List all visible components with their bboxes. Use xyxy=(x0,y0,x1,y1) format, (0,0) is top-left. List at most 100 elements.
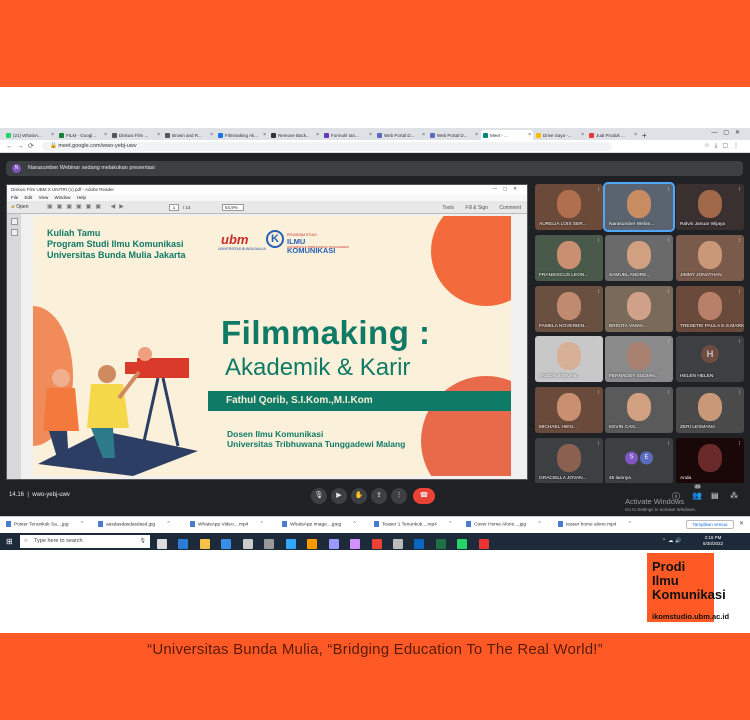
participant-tile[interactable]: H ⁞ HELEN HELEN xyxy=(676,336,744,382)
download-item[interactable]: teaser home alone.mp4 ⌃ xyxy=(558,521,632,527)
browser-toolbar-icons[interactable]: ☆⤓▢⋮ xyxy=(704,142,744,150)
open-button[interactable]: ▰ Open xyxy=(11,204,28,210)
participant-tile[interactable]: ⁞ JIMMY JONATHAN xyxy=(676,235,744,281)
browser-tab[interactable]: Meet - ... × xyxy=(481,130,533,140)
acrobat-icon[interactable] xyxy=(478,539,489,549)
fill-sign-button[interactable]: Fill & Sign xyxy=(465,205,488,211)
illustrator-icon[interactable] xyxy=(307,539,318,549)
browser-tab[interactable]: Web Portal D... × xyxy=(375,130,427,140)
download-item[interactable]: Teaser 1 Tenunkuk....mp4 ⌃ xyxy=(374,521,452,527)
participant-tile[interactable]: ⁞ MICHAEL HIEN... xyxy=(535,387,603,433)
participant-tile[interactable]: ⁞ Ralvin Januar Wijaya xyxy=(676,184,744,230)
participant-tile[interactable]: ⁞ ZERI LESMANA xyxy=(676,387,744,433)
browser-tab[interactable]: (21) WhatsA... × xyxy=(4,130,56,140)
excel-icon[interactable] xyxy=(435,539,446,549)
menu-window[interactable]: Window xyxy=(55,195,71,200)
tab-close-icon[interactable]: × xyxy=(51,132,54,138)
browser-tab[interactable]: FILM - Googl... × xyxy=(57,130,109,140)
url-field[interactable]: 🔒 meet.google.com/wwo-yebj-uwv xyxy=(42,142,612,151)
chevron-up-icon[interactable]: ⌃ xyxy=(626,522,632,527)
participant-tile[interactable]: ⁞ FRANSISCUS LEON... xyxy=(535,235,603,281)
new-tab-icon[interactable]: + xyxy=(640,130,652,140)
participant-tile[interactable]: ⁞ AURELIA LOIS SER... xyxy=(535,184,603,230)
nav-buttons[interactable]: ←→⟳ xyxy=(6,142,38,150)
photos-icon[interactable] xyxy=(264,539,275,549)
camera-icon[interactable]: ▶ xyxy=(331,488,347,504)
chevron-up-icon[interactable]: ⌃ xyxy=(447,522,452,527)
after-effects-icon[interactable] xyxy=(350,539,361,549)
end-call-button[interactable]: ☎ xyxy=(413,488,435,504)
tab-close-icon[interactable]: × xyxy=(369,132,372,138)
tab-close-icon[interactable]: × xyxy=(422,132,425,138)
activities-icon[interactable]: ⁂ xyxy=(730,491,738,500)
download-item[interactable]: Poster Tenunkuk Sa....jpg ⌃ xyxy=(6,521,84,527)
tab-close-icon[interactable]: × xyxy=(104,132,107,138)
teams-icon[interactable] xyxy=(414,539,425,549)
chrome-icon[interactable] xyxy=(371,539,382,549)
chevron-up-icon[interactable]: ⌃ xyxy=(351,522,357,527)
whatsapp-icon[interactable] xyxy=(457,539,468,549)
reader-window-controls[interactable]: —▢✕ xyxy=(492,186,523,192)
menu-help[interactable]: Help xyxy=(77,195,86,200)
comment-button[interactable]: Comment xyxy=(499,205,521,211)
chat-icon[interactable]: ▤ xyxy=(711,491,719,500)
chevron-up-icon[interactable]: ⌃ xyxy=(536,522,541,527)
tools-button[interactable]: Tools xyxy=(442,205,454,211)
present-icon[interactable]: ⇪ xyxy=(371,488,387,504)
tab-close-icon[interactable]: × xyxy=(528,132,531,138)
participant-tile[interactable]: ⁞ FAMELA NOVERIEN... xyxy=(535,286,603,332)
browser-tab[interactable]: Remove Back... × xyxy=(269,130,321,140)
browser-tab[interactable]: Diskusi Film ... × xyxy=(110,130,162,140)
tab-close-icon[interactable]: × xyxy=(634,132,637,138)
participant-tile[interactable]: ⁞ KEVIN CAN... xyxy=(605,387,673,433)
task-view-icon[interactable] xyxy=(157,539,167,549)
taskbar-search-input[interactable]: ○ Type here to search 🎙 xyxy=(20,535,150,548)
zoom-input[interactable]: 54,9% xyxy=(222,204,244,211)
mic-icon[interactable]: 🎙 xyxy=(311,488,327,504)
reader-tool-icons[interactable]: ▣▣▣▣▣▣ ◀▶ xyxy=(47,203,128,210)
file-explorer-icon[interactable] xyxy=(199,539,210,549)
mail-icon[interactable] xyxy=(242,539,253,549)
tab-close-icon[interactable]: × xyxy=(581,132,584,138)
edge-icon[interactable] xyxy=(178,539,189,549)
participant-tile[interactable]: ⁞ SAMUEL ANDRE... xyxy=(605,235,673,281)
chevron-up-icon[interactable]: ⌃ xyxy=(165,522,170,527)
store-icon[interactable] xyxy=(221,539,232,549)
download-item[interactable]: Cover Home Alone....jpg ⌃ xyxy=(466,521,541,527)
show-all-downloads-button[interactable]: Tampilkan semua xyxy=(686,520,734,529)
tab-close-icon[interactable]: × xyxy=(316,132,319,138)
camera-app-icon[interactable] xyxy=(392,539,403,549)
browser-tab[interactable]: Web Portal D... × xyxy=(428,130,480,140)
participant-tile[interactable]: S E ⁞ 45 lainnya xyxy=(605,438,673,484)
participant-tile[interactable]: ⁞ Anda xyxy=(676,438,744,484)
raise-hand-icon[interactable]: ✋ xyxy=(351,488,367,504)
tab-close-icon[interactable]: × xyxy=(157,132,160,138)
browser-tab[interactable]: Filmmaking Ak... × xyxy=(216,130,268,140)
attachments-icon[interactable] xyxy=(10,229,18,236)
participant-tile[interactable]: ⁞ ANSON STEVAN... xyxy=(535,336,603,382)
taskbar-clock[interactable]: 2:16 PM 5/30/2022 xyxy=(703,535,723,547)
premiere-icon[interactable] xyxy=(328,539,339,549)
download-item[interactable]: aasdasdasdasdasd.jpg ⌃ xyxy=(98,521,170,527)
more-options-icon[interactable]: ⋮ xyxy=(391,488,407,504)
menu-view[interactable]: View xyxy=(39,195,49,200)
participant-tile[interactable]: ⁞ TRESETIE PAULA E.S.MARKING xyxy=(676,286,744,332)
system-tray-icons[interactable]: ⌃☁🔊 xyxy=(662,538,683,544)
participant-tile[interactable]: ⁞ GRACIELLA JOVAN... xyxy=(535,438,603,484)
page-number-input[interactable]: 1 xyxy=(169,204,179,211)
browser-tab[interactable]: Drive Saya -... × xyxy=(534,130,586,140)
download-item[interactable]: WhatsApp Video....mp4 ⌃ xyxy=(190,521,264,527)
participant-tile[interactable]: ⁞ BRIGITA VANIA... xyxy=(605,286,673,332)
download-item[interactable]: WhatsApp Image....jpeg ⌃ xyxy=(282,521,357,527)
chevron-up-icon[interactable]: ⌃ xyxy=(258,522,264,527)
participant-tile[interactable]: ⁞ FERNADDY SUDIAN... xyxy=(605,336,673,382)
participant-tile[interactable]: ⁞ Narasumber Webin... xyxy=(603,182,675,232)
menu-file[interactable]: File xyxy=(11,195,18,200)
photoshop-icon[interactable] xyxy=(285,539,296,549)
menu-edit[interactable]: Edit xyxy=(25,195,33,200)
pages-panel-icon[interactable] xyxy=(10,218,18,225)
tab-close-icon[interactable]: × xyxy=(263,132,266,138)
close-icon[interactable]: ✕ xyxy=(739,520,744,527)
browser-tab[interactable]: Formulir tan... × xyxy=(322,130,374,140)
tab-close-icon[interactable]: × xyxy=(475,132,478,138)
